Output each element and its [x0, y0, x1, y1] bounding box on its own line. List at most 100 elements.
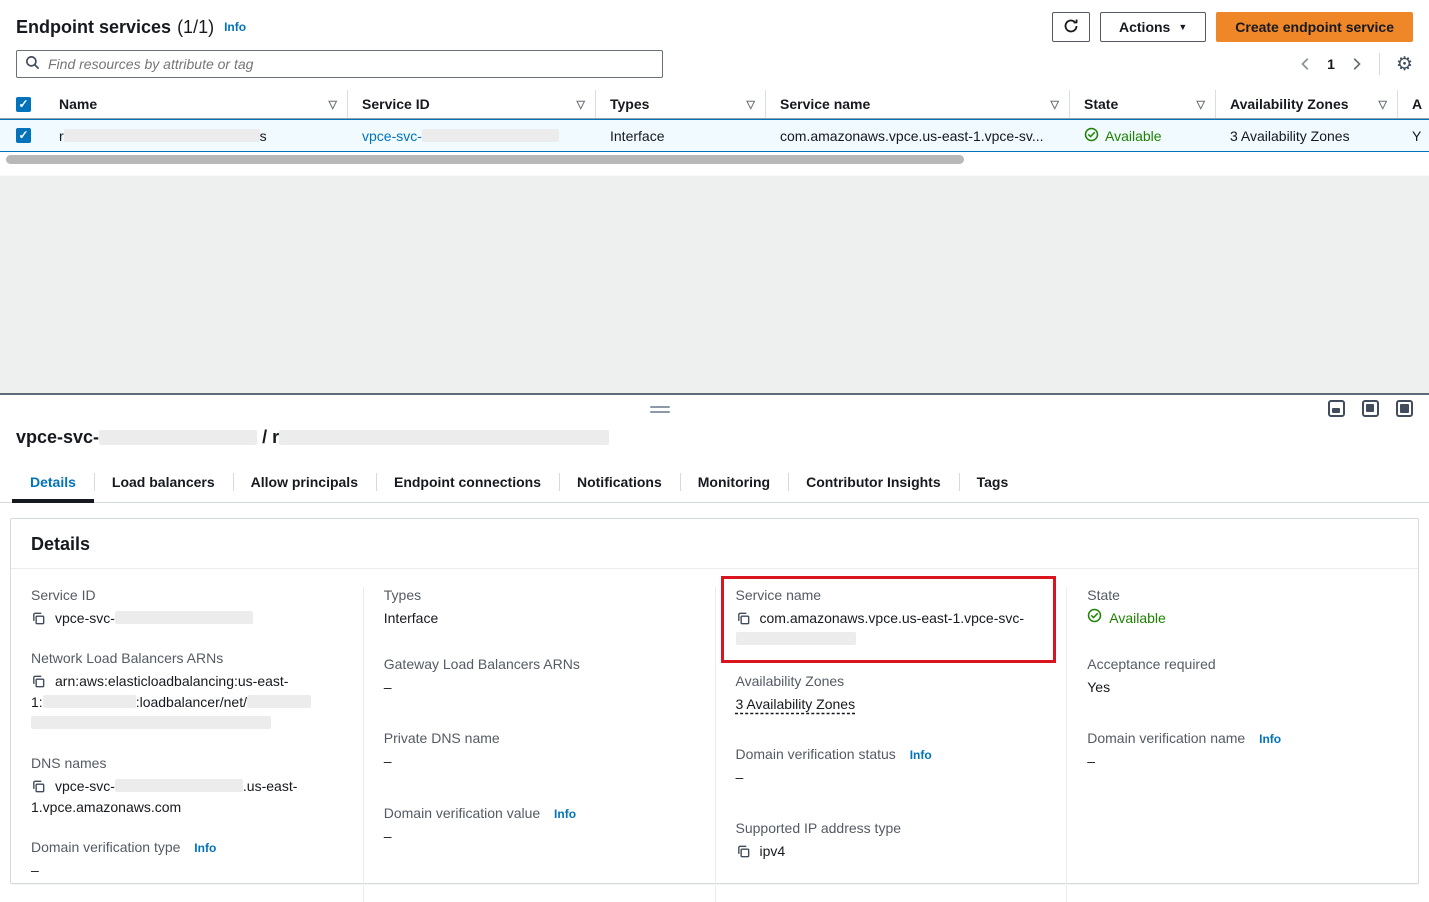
- table-row[interactable]: ✓ rs vpce-svc- Interface com.amazonaws.v…: [0, 119, 1429, 152]
- sort-icon[interactable]: ▽: [329, 98, 337, 111]
- details-card: Details Service ID vpce-svc- Network Lo: [10, 518, 1419, 884]
- pagination: 1 ⚙: [1299, 53, 1413, 75]
- redacted-text: [99, 430, 257, 445]
- tab-notifications[interactable]: Notifications: [559, 465, 680, 502]
- page-info-link[interactable]: Info: [224, 20, 246, 34]
- info-link[interactable]: Info: [194, 841, 216, 855]
- actions-button-label: Actions: [1119, 19, 1170, 35]
- tab-allow-principals[interactable]: Allow principals: [233, 465, 376, 502]
- field-dns-names: DNS names vpce-svc-.us-east- 1.vpce.amaz…: [31, 755, 343, 818]
- row-service-name-cell: com.amazonaws.vpce.us-east-1.vpce-sv...: [766, 128, 1070, 144]
- resource-count: (1/1): [177, 17, 214, 38]
- select-all-checkbox[interactable]: ✓: [16, 97, 31, 112]
- field-types: Types Interface: [384, 587, 695, 629]
- horizontal-scrollbar: [0, 155, 1429, 167]
- sort-icon[interactable]: ▽: [747, 98, 755, 111]
- row-name-cell: rs: [45, 128, 348, 144]
- tab-contributor-insights[interactable]: Contributor Insights: [788, 465, 959, 502]
- availability-zones-link[interactable]: 3 Availability Zones: [736, 696, 856, 712]
- sort-icon[interactable]: ▽: [1051, 98, 1059, 111]
- redacted-text: [247, 695, 311, 708]
- info-link[interactable]: Info: [1259, 732, 1281, 746]
- horizontal-scrollbar-thumb[interactable]: [6, 155, 964, 164]
- field-glb-arns: Gateway Load Balancers ARNs –: [384, 656, 695, 698]
- header-actions: Actions ▼ Create endpoint service: [1052, 12, 1413, 42]
- page-header: Endpoint services (1/1) Info Actions ▼ C…: [0, 0, 1429, 42]
- row-availability-zones-cell: 3 Availability Zones: [1216, 128, 1398, 144]
- field-state: State Available: [1087, 587, 1398, 629]
- redacted-text: [279, 430, 609, 445]
- refresh-icon: [1063, 18, 1079, 37]
- details-column-2: Types Interface Gateway Load Balancers A…: [363, 587, 715, 902]
- settings-gear-icon[interactable]: ⚙: [1396, 55, 1413, 74]
- copy-icon[interactable]: [31, 611, 46, 626]
- availability-zones-link[interactable]: 3 Availability Zones: [1230, 128, 1350, 144]
- divider: [1379, 53, 1380, 75]
- sort-icon[interactable]: ▽: [1197, 98, 1205, 111]
- chevron-down-icon: ▼: [1178, 22, 1187, 32]
- selected-resource-title: vpce-svc- / r: [0, 427, 1429, 455]
- column-header-types[interactable]: Types ▽: [596, 90, 766, 118]
- sort-icon[interactable]: ▽: [577, 98, 585, 111]
- field-acceptance-required: Acceptance required Yes: [1087, 656, 1398, 698]
- field-domain-verification-value: Domain verification value Info –: [384, 805, 695, 847]
- actions-button[interactable]: Actions ▼: [1100, 12, 1206, 42]
- next-page-button[interactable]: [1349, 57, 1363, 71]
- column-header-availability-zones[interactable]: Availability Zones ▽: [1216, 90, 1398, 118]
- panel-size-controls: [1328, 400, 1413, 417]
- panel-size-medium-icon[interactable]: [1362, 400, 1379, 417]
- column-header-service-name[interactable]: Service name ▽: [766, 90, 1070, 118]
- tab-tags[interactable]: Tags: [959, 465, 1027, 502]
- service-id-link[interactable]: vpce-svc-: [362, 128, 559, 144]
- copy-icon[interactable]: [736, 611, 751, 626]
- table-header-row: ✓ Name ▽ Service ID ▽ Types ▽ Service na…: [0, 90, 1429, 119]
- current-page-number[interactable]: 1: [1327, 56, 1335, 72]
- row-select-cell: ✓: [0, 128, 45, 143]
- column-header-service-id[interactable]: Service ID ▽: [348, 90, 596, 118]
- copy-icon[interactable]: [736, 844, 751, 859]
- row-types-cell: Interface: [596, 128, 766, 144]
- copy-icon[interactable]: [31, 674, 46, 689]
- refresh-button[interactable]: [1052, 12, 1090, 42]
- tab-load-balancers[interactable]: Load balancers: [94, 465, 233, 502]
- row-checkbox[interactable]: ✓: [16, 128, 31, 143]
- panel-size-small-icon[interactable]: [1328, 400, 1345, 417]
- status-available-icon: [1084, 127, 1099, 145]
- previous-page-button[interactable]: [1299, 57, 1313, 71]
- column-header-name[interactable]: Name ▽: [45, 90, 348, 118]
- copy-icon[interactable]: [31, 779, 46, 794]
- search-input-wrapper: [16, 50, 663, 78]
- field-domain-verification-status: Domain verification status Info –: [736, 746, 1047, 788]
- row-state-cell: Available: [1070, 127, 1216, 145]
- sort-icon[interactable]: ▽: [1379, 98, 1387, 111]
- search-icon: [25, 55, 40, 73]
- info-link[interactable]: Info: [554, 807, 576, 821]
- redacted-text: [31, 716, 271, 729]
- endpoint-services-list-section: Endpoint services (1/1) Info Actions ▼ C…: [0, 0, 1429, 167]
- field-private-dns-name: Private DNS name –: [384, 730, 695, 772]
- detail-split-panel: vpce-svc- / r Details Load balancers All…: [0, 395, 1429, 884]
- table-toolbar: 1 ⚙: [0, 42, 1429, 78]
- tab-endpoint-connections[interactable]: Endpoint connections: [376, 465, 559, 502]
- panel-size-large-icon[interactable]: [1396, 400, 1413, 417]
- details-column-4: State Available Acceptance required Yes: [1066, 587, 1418, 902]
- column-header-state[interactable]: State ▽: [1070, 90, 1216, 118]
- split-panel-drag-handle-icon[interactable]: [650, 406, 670, 416]
- tab-details[interactable]: Details: [12, 465, 94, 503]
- field-nlb-arns: Network Load Balancers ARNs arn:aws:elas…: [31, 650, 343, 734]
- create-button-label: Create endpoint service: [1235, 19, 1394, 35]
- details-column-1: Service ID vpce-svc- Network Load Balanc…: [11, 587, 363, 902]
- split-panel-chrome: [0, 395, 1429, 427]
- redacted-text: [43, 695, 136, 708]
- column-header-acceptance-cut[interactable]: A: [1398, 90, 1429, 118]
- row-acceptance-cut-cell: Y: [1398, 128, 1429, 144]
- status-available-icon: [1087, 608, 1102, 629]
- details-card-body: Service ID vpce-svc- Network Load Balanc…: [11, 569, 1418, 883]
- redacted-text: [64, 129, 260, 142]
- field-supported-ip-type: Supported IP address type ipv4: [736, 820, 1047, 862]
- create-endpoint-service-button[interactable]: Create endpoint service: [1216, 12, 1413, 42]
- redacted-text: [115, 779, 243, 792]
- tab-monitoring[interactable]: Monitoring: [680, 465, 788, 502]
- info-link[interactable]: Info: [910, 748, 932, 762]
- search-input[interactable]: [46, 55, 654, 73]
